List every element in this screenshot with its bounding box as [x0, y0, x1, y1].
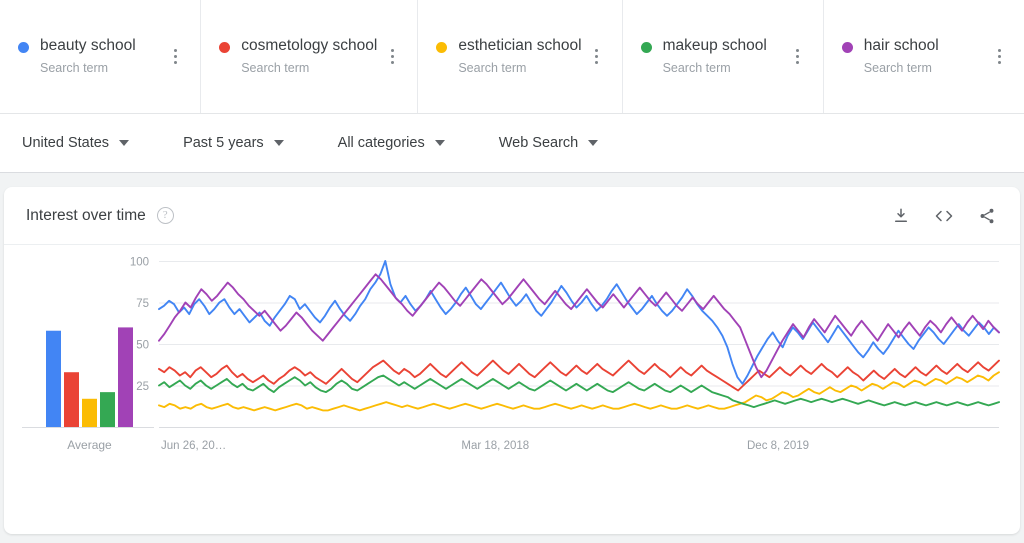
search-term-card-2[interactable]: esthetician school Search term	[418, 0, 623, 113]
page-title: Interest over time	[26, 206, 146, 224]
section-gap	[0, 173, 1024, 187]
interest-over-time-card: Interest over time ? 25 50 75 100 Jun 26, 20…	[4, 187, 1020, 534]
series-color-dot	[219, 42, 231, 53]
search-term-card-3[interactable]: makeup school Search term	[623, 0, 824, 113]
x-axis-tick: Jun 26, 20…	[161, 440, 226, 452]
term-texts: hair school Search term	[864, 36, 939, 77]
average-panel-label: Average	[67, 438, 112, 452]
term-label: hair school	[863, 37, 939, 54]
y-axis-tick: 50	[136, 340, 149, 352]
term-more-options-icon[interactable]	[988, 44, 1010, 70]
filter-label: All categories	[337, 135, 425, 151]
term-texts: makeup school Search term	[663, 36, 767, 77]
average-bar-0	[46, 330, 61, 427]
term-main: cosmetology school Search term	[219, 36, 377, 77]
series-color-dot	[436, 42, 448, 53]
filter-label: United States	[22, 135, 110, 151]
filter-label: Past 5 years	[183, 135, 264, 151]
term-label: cosmetology school	[241, 37, 378, 54]
card-actions	[890, 205, 998, 227]
term-more-options-icon[interactable]	[164, 44, 186, 70]
filter-bar: United States Past 5 years All categories W…	[0, 114, 1024, 173]
term-more-options-icon[interactable]	[787, 44, 809, 70]
term-label: esthetician school	[458, 37, 582, 54]
term-texts: beauty school Search term	[40, 36, 136, 77]
y-axis-tick: 100	[130, 257, 149, 269]
download-icon[interactable]	[890, 205, 912, 227]
term-main: esthetician school Search term	[436, 36, 582, 77]
term-main: hair school Search term	[841, 36, 984, 77]
average-bar-1	[64, 372, 79, 427]
series-color-dot	[841, 42, 853, 53]
x-axis-tick: Mar 18, 2018	[461, 440, 529, 452]
term-subtitle: Search term	[458, 61, 527, 75]
term-subtitle: Search term	[662, 61, 731, 75]
embed-code-icon[interactable]	[933, 205, 955, 227]
chevron-down-icon	[119, 140, 130, 146]
average-bar-2	[82, 398, 97, 427]
filter-3[interactable]: Web Search	[499, 135, 599, 151]
y-axis-tick: 75	[136, 298, 149, 310]
chart-plot-area[interactable]: 25 50 75 100 Jun 26, 20… Mar 18, 2018 Dec 8, 2…	[4, 245, 1020, 533]
y-axis-tick: 25	[136, 381, 149, 393]
search-term-card-1[interactable]: cosmetology school Search term	[201, 0, 419, 113]
chevron-down-icon	[588, 140, 599, 146]
series-line-0	[158, 260, 1000, 385]
term-subtitle: Search term	[40, 61, 109, 75]
series-line-4	[158, 273, 1000, 379]
help-circle-icon[interactable]: ?	[156, 207, 174, 224]
series-color-dot	[18, 42, 29, 53]
card-header: Interest over time ?	[4, 187, 1020, 245]
search-term-card-0[interactable]: beauty school Search term	[0, 0, 202, 113]
term-subtitle: Search term	[863, 61, 932, 75]
average-bar-4	[118, 327, 133, 427]
filter-2[interactable]: All categories	[338, 135, 445, 151]
term-label: beauty school	[40, 37, 136, 54]
term-subtitle: Search term	[241, 61, 310, 75]
trends-line-chart[interactable]: 25 50 75 100 Jun 26, 20… Mar 18, 2018 Dec 8, 2…	[4, 245, 1020, 533]
term-texts: cosmetology school Search term	[241, 36, 377, 77]
search-term-card-4[interactable]: hair school Search term	[824, 0, 1024, 113]
filter-1[interactable]: Past 5 years	[183, 135, 284, 151]
series-line-3	[158, 374, 1000, 409]
x-axis-tick: Dec 8, 2019	[747, 440, 809, 452]
search-terms-bar: beauty school Search term cosmetology scho…	[0, 0, 1024, 114]
chevron-down-icon	[434, 140, 445, 146]
term-more-options-icon[interactable]	[586, 44, 608, 70]
term-more-options-icon[interactable]	[381, 44, 403, 70]
filter-label: Web Search	[498, 135, 579, 151]
chevron-down-icon	[273, 140, 284, 146]
filter-0[interactable]: United States	[22, 135, 130, 151]
average-bar-3	[100, 392, 115, 427]
term-main: beauty school Search term	[18, 36, 160, 77]
share-icon[interactable]	[976, 205, 998, 227]
term-main: makeup school Search term	[640, 36, 783, 77]
series-color-dot	[640, 42, 652, 53]
series-line-2	[158, 371, 1000, 412]
term-label: makeup school	[662, 37, 767, 54]
term-texts: esthetician school Search term	[458, 36, 581, 77]
